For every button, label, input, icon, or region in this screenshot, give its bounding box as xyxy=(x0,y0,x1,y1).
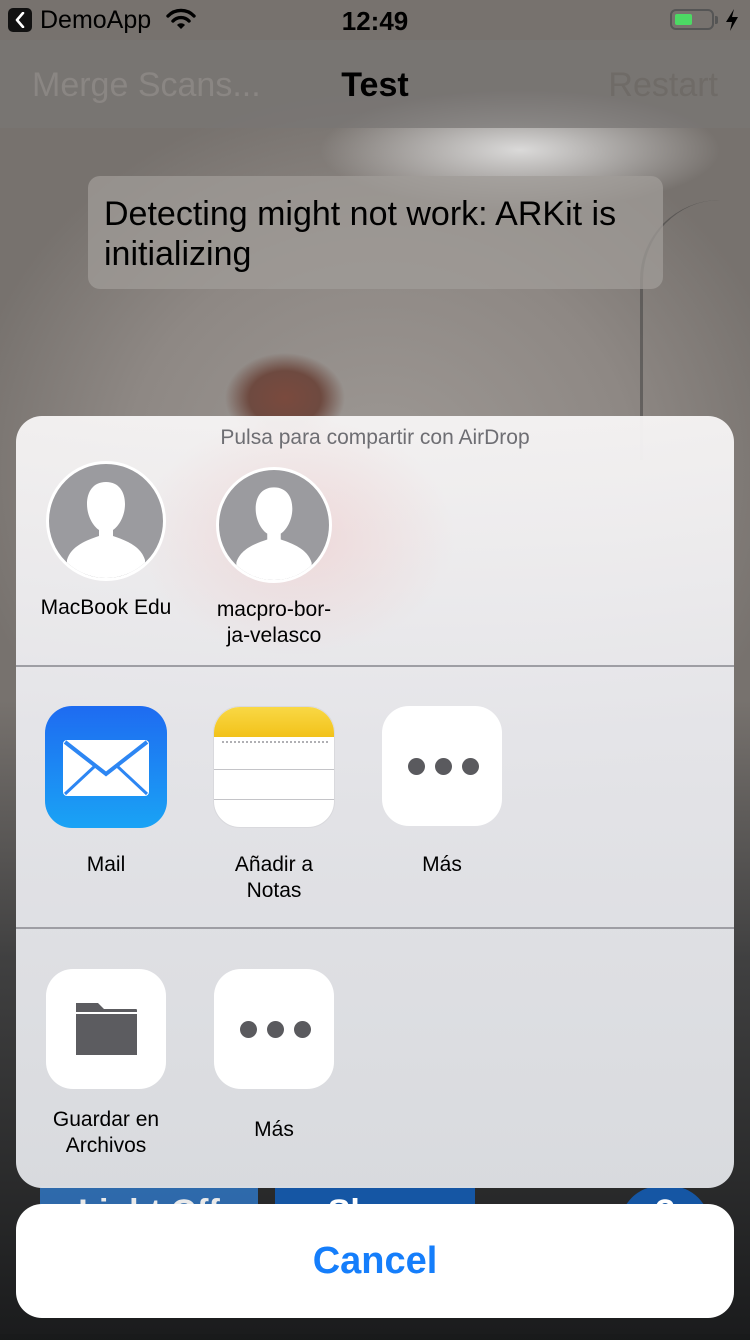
navigation-bar: Merge Scans... Test Restart xyxy=(0,40,750,128)
status-bar: DemoApp 12:49 xyxy=(0,0,750,40)
tile-label: Más xyxy=(254,1118,294,1141)
restart-button[interactable]: Restart xyxy=(608,66,718,105)
share-more-button[interactable]: Más xyxy=(357,706,527,878)
person-silhouette-icon xyxy=(236,487,312,580)
save-to-files-button[interactable]: Guardar en Archivos xyxy=(21,969,191,1159)
contact-name: MacBook Edu xyxy=(40,596,172,619)
battery-fill xyxy=(675,14,692,25)
notes-icon xyxy=(213,706,335,828)
folder-icon xyxy=(46,969,166,1089)
divider xyxy=(16,927,734,929)
cancel-button[interactable]: Cancel xyxy=(16,1204,734,1318)
tile-label: Mail xyxy=(86,853,126,876)
airdrop-hint: Pulsa para compartir con AirDrop xyxy=(220,426,530,449)
mail-icon xyxy=(45,706,167,828)
share-mail-button[interactable]: Mail xyxy=(21,706,191,878)
avatar xyxy=(46,461,166,581)
contact-name: macpro-bor-ja-velasco xyxy=(216,598,332,647)
battery-icon xyxy=(670,9,718,30)
status-message: Detecting might not work: ARKit is initi… xyxy=(88,176,663,289)
bolt-icon xyxy=(726,9,738,31)
other-more-button[interactable]: Más xyxy=(189,969,359,1143)
more-icon xyxy=(382,706,502,826)
person-silhouette-icon xyxy=(67,482,145,578)
avatar xyxy=(216,467,332,583)
airdrop-contact-macpro[interactable]: macpro-bor-ja-velasco xyxy=(189,467,359,649)
tile-label: Añadir a Notas xyxy=(234,853,314,902)
tile-label: Más xyxy=(422,853,462,876)
divider xyxy=(16,665,734,667)
clock: 12:49 xyxy=(341,6,409,36)
airdrop-contact-macbook[interactable]: MacBook Edu xyxy=(21,461,191,621)
share-sheet: Pulsa para compartir con AirDrop MacBook… xyxy=(16,416,734,1188)
tile-label: Guardar en Archivos xyxy=(52,1108,160,1157)
more-icon xyxy=(214,969,334,1089)
share-notes-button[interactable]: Añadir a Notas xyxy=(189,706,359,904)
